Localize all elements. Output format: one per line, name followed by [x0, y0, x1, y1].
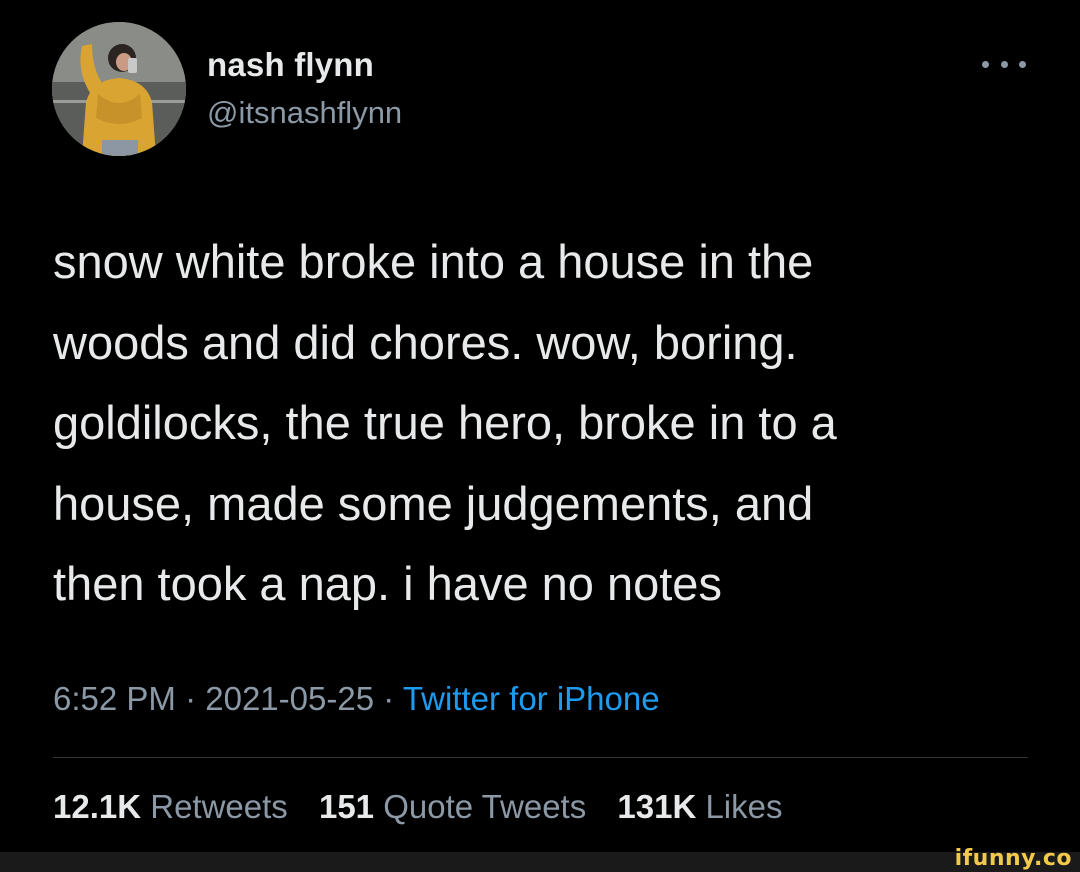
more-options-icon[interactable]: [982, 52, 1026, 76]
retweets-count: 12.1K: [53, 788, 142, 825]
tweet-text-line: house, made some judgements, and: [53, 476, 814, 530]
quote-tweets-label: Quote Tweets: [383, 788, 587, 825]
tweet-text-line: goldilocks, the true hero, broke in to a: [53, 396, 837, 449]
meta-separator: ·: [383, 680, 395, 717]
more-dot: [1000, 60, 1008, 68]
engagement-stats: 12.1K Retweets 151 Quote Tweets 131K Lik…: [53, 788, 805, 826]
display-name[interactable]: nash flynn: [207, 46, 374, 84]
tweet-time[interactable]: 6:52 PM: [53, 680, 176, 717]
quote-tweets-stat[interactable]: 151 Quote Tweets: [319, 788, 586, 825]
tweet-text-line: snow white broke into a house in the: [53, 235, 814, 288]
more-dot: [982, 60, 989, 68]
retweets-stat[interactable]: 12.1K Retweets: [53, 788, 288, 825]
divider: [53, 757, 1028, 758]
tweet-card: nash flynn @itsnashflynn snow white brok…: [0, 0, 1080, 852]
quote-tweets-count: 151: [318, 788, 375, 825]
ifunny-watermark: ifunny.co: [954, 846, 1072, 871]
more-dot: [1019, 60, 1026, 68]
meta-separator: ·: [185, 680, 197, 717]
tweet-source-link[interactable]: Twitter for iPhone: [403, 680, 660, 717]
profile-photo-icon: [52, 22, 186, 156]
tweet-text: snow white broke into a house in the woo…: [53, 222, 1043, 625]
watermark-bar: [0, 852, 1080, 872]
likes-label: Likes: [705, 788, 783, 825]
likes-stat[interactable]: 131K Likes: [617, 788, 782, 825]
tweet-text-line: woods and did chores. wow, boring.: [53, 315, 798, 369]
user-handle[interactable]: @itsnashflynn: [207, 95, 402, 131]
tweet-date[interactable]: 2021-05-25: [205, 680, 374, 717]
avatar[interactable]: [52, 22, 186, 156]
tweet-text-line: then took a nap. i have no notes: [53, 557, 722, 610]
likes-count: 131K: [617, 788, 697, 825]
retweets-label: Retweets: [150, 788, 288, 825]
tweet-metadata: 6:52 PM · 2021-05-25 · Twitter for iPhon…: [53, 680, 660, 718]
